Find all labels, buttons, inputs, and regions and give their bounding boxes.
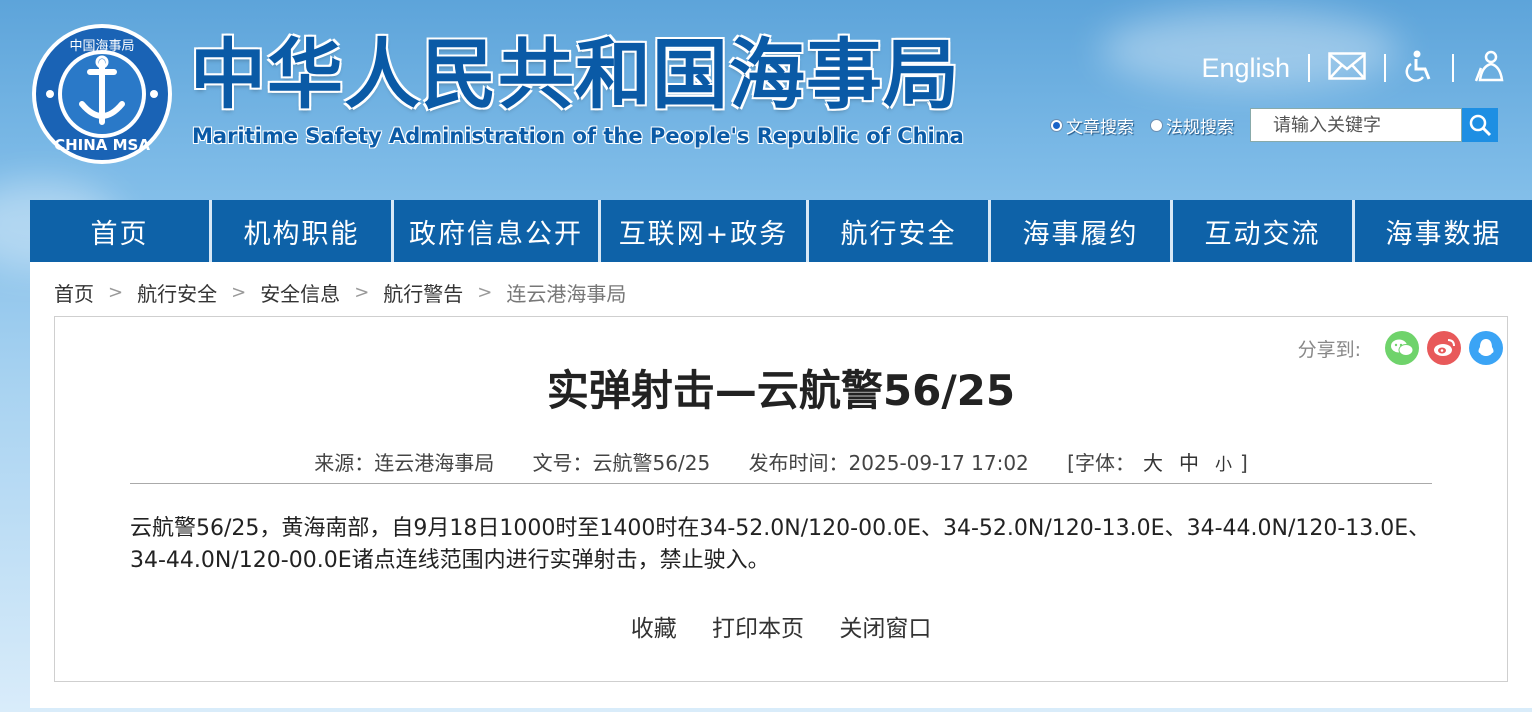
divider bbox=[1308, 54, 1310, 82]
title-divider bbox=[130, 483, 1432, 484]
search-button[interactable] bbox=[1462, 108, 1498, 142]
divider bbox=[1452, 54, 1454, 82]
nav-data[interactable]: 海事数据 bbox=[1355, 200, 1532, 262]
msa-logo[interactable]: 中国海事局 CHINA MSA bbox=[30, 22, 174, 166]
breadcrumb-current[interactable]: 连云港海事局 bbox=[506, 278, 626, 307]
content-area: 首页 > 航行安全 > 安全信息 > 航行警告 > 连云港海事局 分享到: 实弹… bbox=[30, 262, 1532, 708]
search-area: 文章搜索 法规搜索 bbox=[1050, 108, 1498, 142]
site-title-en: Maritime Safety Administration of the Pe… bbox=[192, 124, 964, 148]
favorite-button[interactable]: 收藏 bbox=[631, 616, 677, 642]
breadcrumb-separator: > bbox=[477, 282, 493, 303]
elderly-mode-icon[interactable] bbox=[1472, 50, 1504, 86]
logo-top-text: 中国海事局 bbox=[69, 39, 134, 54]
nav-navigation-safety[interactable]: 航行安全 bbox=[809, 200, 991, 262]
font-size-medium[interactable]: 中 bbox=[1179, 451, 1199, 475]
search-type-regulation[interactable]: 法规搜索 bbox=[1150, 113, 1234, 138]
divider bbox=[1384, 54, 1386, 82]
radio-selected[interactable] bbox=[1050, 118, 1063, 132]
nav-gov-info[interactable]: 政府信息公开 bbox=[394, 200, 601, 262]
site-header: 中国海事局 CHINA MSA 中华人民共和国海事局 Maritime Safe… bbox=[0, 0, 1532, 200]
article-source: 来源：连云港海事局 bbox=[314, 451, 495, 475]
search-type-article[interactable]: 文章搜索 bbox=[1050, 113, 1134, 138]
print-button[interactable]: 打印本页 bbox=[712, 616, 804, 642]
mail-icon[interactable] bbox=[1328, 52, 1366, 84]
breadcrumb-item[interactable]: 航行警告 bbox=[383, 278, 463, 307]
breadcrumb-item[interactable]: 航行安全 bbox=[137, 278, 217, 307]
article-meta: 来源：连云港海事局 文号：云航警56/25 发布时间：2025-09-17 17… bbox=[55, 447, 1507, 476]
font-size-small[interactable]: 小 bbox=[1215, 455, 1232, 475]
nav-interaction[interactable]: 互动交流 bbox=[1173, 200, 1355, 262]
article-title: 实弹射击—云航警56/25 bbox=[546, 366, 1016, 415]
article-doc-number: 文号：云航警56/25 bbox=[532, 451, 711, 475]
search-input[interactable] bbox=[1250, 108, 1462, 142]
article-body: 云航警56/25，黄海南部，自9月18日1000时至1400时在34-52.0N… bbox=[130, 516, 1431, 573]
nav-home[interactable]: 首页 bbox=[30, 200, 212, 262]
top-links: English bbox=[1201, 50, 1504, 86]
english-link[interactable]: English bbox=[1201, 53, 1290, 84]
search-icon bbox=[1469, 114, 1492, 137]
breadcrumb: 首页 > 航行安全 > 安全信息 > 航行警告 > 连云港海事局 bbox=[54, 278, 626, 307]
breadcrumb-separator: > bbox=[354, 282, 370, 303]
article-actions: 收藏 打印本页 关闭窗口 bbox=[55, 609, 1507, 643]
font-size-large[interactable]: 大 bbox=[1143, 451, 1163, 475]
logo-bottom-text: CHINA MSA bbox=[54, 136, 150, 154]
breadcrumb-separator: > bbox=[231, 282, 247, 303]
article-publish-time: 发布时间：2025-09-17 17:02 bbox=[748, 451, 1029, 475]
radio-unselected[interactable] bbox=[1150, 118, 1163, 132]
breadcrumb-item[interactable]: 安全信息 bbox=[260, 278, 340, 307]
close-window-button[interactable]: 关闭窗口 bbox=[839, 616, 931, 642]
accessibility-icon[interactable] bbox=[1404, 50, 1434, 86]
nav-functions[interactable]: 机构职能 bbox=[212, 200, 394, 262]
nav-compliance[interactable]: 海事履约 bbox=[991, 200, 1173, 262]
breadcrumb-item[interactable]: 首页 bbox=[54, 278, 94, 307]
main-nav: 首页 机构职能 政府信息公开 互联网+政务 航行安全 海事履约 互动交流 海事数… bbox=[30, 200, 1532, 262]
site-title-cn: 中华人民共和国海事局 bbox=[190, 30, 960, 119]
font-size-switcher: [字体：大中小] bbox=[1067, 451, 1248, 475]
breadcrumb-separator: > bbox=[108, 282, 124, 303]
article-panel: 分享到: 实弹射击—云航警56/25 来源：连云港海事局 文号：云航警56/25… bbox=[54, 316, 1508, 682]
nav-e-gov[interactable]: 互联网+政务 bbox=[601, 200, 809, 262]
